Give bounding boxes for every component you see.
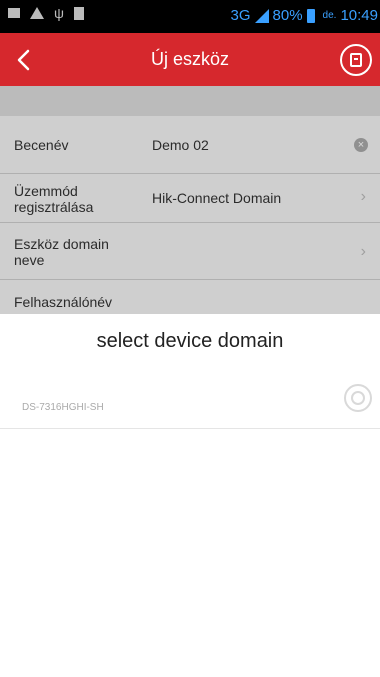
list-item[interactable]: DS-7316HGHI-SH xyxy=(0,384,380,429)
device-name: DS-7316HGHI-SH xyxy=(22,402,104,413)
message-icon xyxy=(8,8,20,18)
domain-select-sheet: select device domain DS-7316HGHI-SH xyxy=(0,314,380,677)
save-icon xyxy=(350,53,362,67)
page-title: Új eszköz xyxy=(150,49,230,69)
usb-icon: ψ xyxy=(54,5,64,21)
save-button[interactable] xyxy=(340,44,372,76)
battery-percent: 80% xyxy=(272,7,303,24)
sd-card-icon xyxy=(73,6,84,20)
status-right: 3G 80% de. 10:49 xyxy=(231,7,379,24)
ampm-indicator: de. xyxy=(322,10,337,21)
status-icons-left: ψ xyxy=(8,6,84,20)
network-type: 3G xyxy=(230,7,251,24)
signal-icon xyxy=(254,8,269,23)
warning-icon xyxy=(30,7,44,19)
sheet-title: select device domain xyxy=(96,330,284,352)
status-bar: ψ 3G 80% de. 10:49 xyxy=(0,0,380,33)
radio-icon[interactable] xyxy=(344,384,372,412)
dim-overlay[interactable] xyxy=(0,86,380,314)
clock-time: 10:49 xyxy=(340,7,378,24)
battery-icon xyxy=(306,8,315,23)
app-header: Új eszköz xyxy=(0,33,380,86)
